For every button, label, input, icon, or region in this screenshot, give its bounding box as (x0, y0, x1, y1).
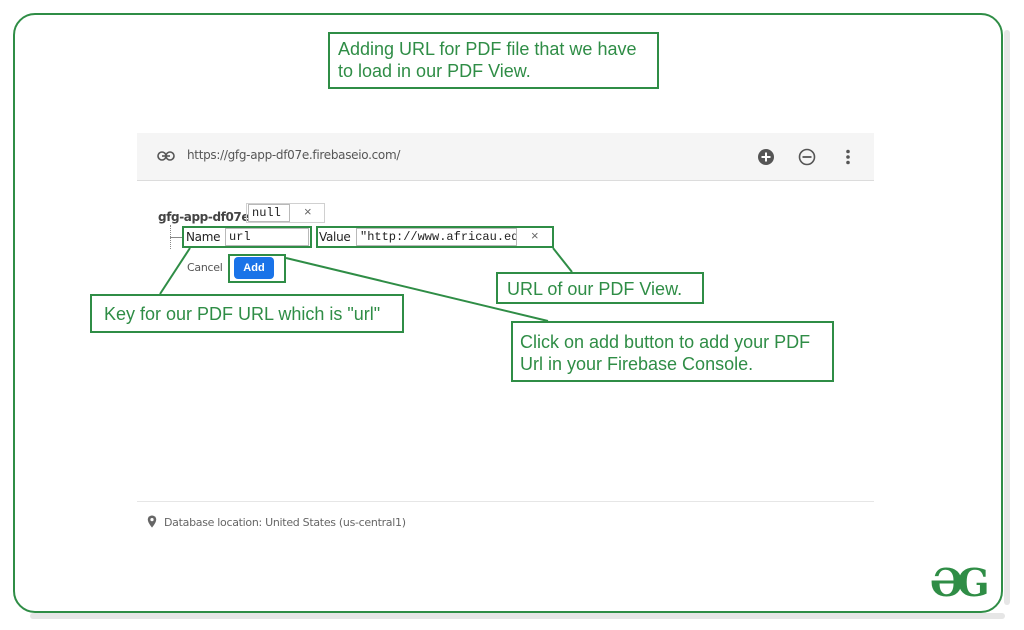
callout-key: Key for our PDF URL which is "url" (90, 294, 404, 333)
callout-add-line2: Url in your Firebase Console. (520, 354, 754, 374)
callout-url: URL of our PDF View. (496, 272, 704, 304)
callout-url-text: URL of our PDF View. (507, 279, 683, 299)
callout-add: Click on add button to add your PDF Url … (511, 321, 834, 382)
callout-add-line1: Click on add button to add your PDF (520, 332, 811, 352)
connector-url (552, 247, 573, 273)
connector-key (159, 247, 191, 295)
gfg-logo: ƏG (930, 560, 990, 605)
callout-key-text: Key for our PDF URL which is "url" (104, 304, 381, 324)
